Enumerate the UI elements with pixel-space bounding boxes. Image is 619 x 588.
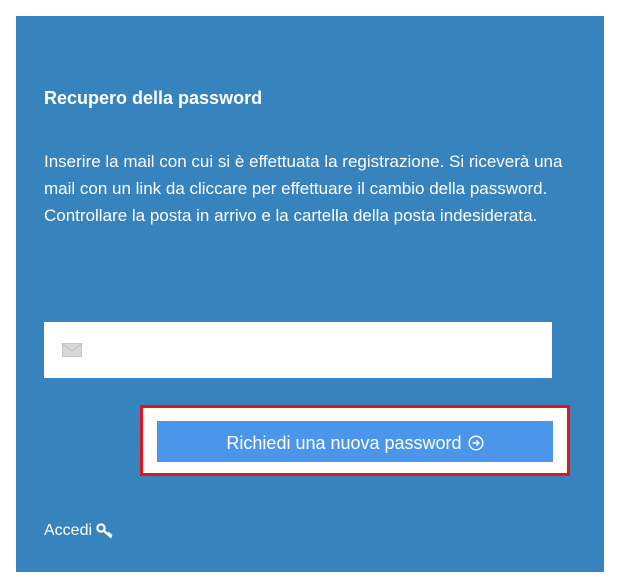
instructions-text: Inserire la mail con cui si è effettuata…	[44, 152, 563, 225]
panel-title: Recupero della password	[44, 88, 263, 108]
envelope-icon	[62, 343, 82, 357]
login-link[interactable]: Accedi	[44, 520, 114, 542]
login-link-label: Accedi	[44, 522, 93, 539]
key-icon	[96, 523, 113, 539]
password-recovery-panel: Recupero della password Inserire la mail…	[16, 16, 604, 572]
request-new-password-label: Richiedi una nuova password	[226, 432, 462, 453]
arrow-right-circle-icon	[468, 435, 484, 451]
email-field[interactable]	[44, 322, 552, 378]
email-input[interactable]	[94, 322, 544, 378]
highlight-box: Richiedi una nuova password	[140, 405, 570, 476]
request-new-password-button[interactable]: Richiedi una nuova password	[157, 421, 553, 462]
